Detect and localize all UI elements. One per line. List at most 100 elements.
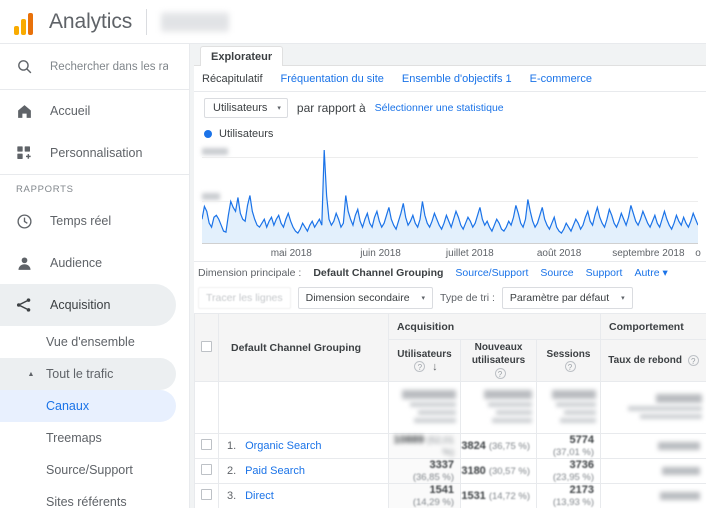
row-checkbox[interactable] [201, 464, 212, 475]
primary-metric-select[interactable]: Utilisateurs ▾ [204, 98, 288, 118]
x-axis-tick-label: août 2018 [536, 248, 582, 259]
acquisition-icon [12, 293, 36, 317]
dimension-link-support[interactable]: Support [586, 267, 623, 279]
sidebar-subitem-label: Tout le trafic [46, 367, 114, 381]
channels-table: Default Channel Grouping Acquisition Com… [194, 313, 706, 508]
row-channel-cell[interactable]: 3. Direct [218, 483, 389, 508]
column-header-sessions[interactable]: Sessions ? [535, 339, 602, 382]
sidebar-subitem-treemaps[interactable]: Treemaps [0, 422, 189, 454]
row-sessions-pct: (13,93 %) [552, 497, 595, 508]
channel-link[interactable]: Direct [245, 490, 274, 502]
row-sessions-cell: 5774(37,01 %) [535, 433, 602, 459]
select-secondary-metric-link[interactable]: Sélectionner une statistique [375, 102, 504, 114]
row-channel-cell[interactable]: 1. Organic Search [218, 433, 389, 459]
sidebar-subitem-label: Treemaps [46, 431, 102, 445]
row-checkbox[interactable] [201, 489, 212, 500]
sidebar-subitem-tout-le-trafic[interactable]: ▲ Tout le trafic [0, 358, 176, 390]
dimension-link-source[interactable]: Source [540, 267, 573, 279]
dimension-link-autre[interactable]: Autre ▾ [634, 267, 667, 279]
help-icon[interactable]: ? [687, 354, 699, 366]
tab-ensemble-dobjectifs-1[interactable]: Ensemble d'objectifs 1 [402, 73, 512, 85]
sort-type-label: Type de tri : [440, 292, 495, 304]
column-header-taux-de-rebond[interactable]: Taux de rebond ? [600, 339, 706, 382]
search-input[interactable]: Rechercher dans les rappor [50, 61, 168, 73]
users-over-time-chart[interactable]: mai 2018 juin 2018 juillet 2018 août 2018 se… [202, 146, 701, 261]
sidebar-item-personnalisation[interactable]: Personnalisation [0, 132, 189, 174]
sidebar-search[interactable]: Rechercher dans les rappor [0, 44, 189, 90]
x-axis-tick-label: mai 2018 [270, 248, 312, 259]
column-header-nouveaux-utilisateurs[interactable]: Nouveaux utilisateurs ? [460, 339, 537, 382]
channel-link[interactable]: Paid Search [245, 465, 305, 477]
secondary-dimension-label: Dimension secondaire [305, 292, 410, 304]
sidebar-item-temps-reel[interactable]: Temps réel [0, 200, 189, 242]
report-card: Explorateur Récapitulatif Fréquentation … [194, 44, 706, 508]
tab-explorateur[interactable]: Explorateur [200, 46, 284, 66]
primary-dimension-value[interactable]: Default Channel Grouping [313, 267, 443, 279]
logo-bar-small [14, 25, 19, 35]
row-sessions-value: 3736 [569, 459, 595, 471]
chevron-up-icon[interactable]: ▲ [24, 371, 38, 378]
logo-bar-medium [21, 18, 26, 35]
help-icon[interactable]: ? [564, 361, 576, 373]
row-checkbox-cell[interactable] [194, 458, 219, 484]
dimension-link-source-support[interactable]: Source/Support [455, 267, 528, 279]
row-checkbox[interactable] [201, 439, 212, 450]
sort-descending-icon[interactable]: ↓ [432, 361, 438, 373]
sidebar-item-acquisition[interactable]: Acquisition [0, 284, 176, 326]
column-header-utilisateurs[interactable]: Utilisateurs ? ↓ [388, 339, 461, 382]
sidebar-subitem-label: Vue d'ensemble [46, 335, 135, 349]
table-row[interactable]: 3. Direct 1541(14,29 %) 1531 (14,72 %) 21… [194, 483, 706, 508]
row-utilisateurs-cell: 3337(36,85 %) [388, 458, 461, 484]
group-header-acquisition: Acquisition [387, 313, 602, 340]
totals-utilisateurs-redacted [388, 381, 461, 434]
row-checkbox-cell[interactable] [194, 483, 219, 508]
group-header-comportement: Comportement [600, 313, 706, 340]
legend-label: Utilisateurs [219, 128, 274, 140]
tab-recapitulatif[interactable]: Récapitulatif [202, 73, 263, 85]
help-icon[interactable]: ? [414, 361, 426, 373]
help-icon[interactable]: ? [494, 367, 506, 379]
secondary-dimension-select[interactable]: Dimension secondaire ▾ [297, 287, 434, 309]
select-all-checkbox[interactable] [201, 340, 212, 352]
channel-link[interactable]: Organic Search [245, 440, 321, 452]
tab-e-commerce[interactable]: E-commerce [530, 73, 592, 85]
table-row[interactable]: 1. Organic Search 10889 (52,01 %) 3824 (36… [194, 433, 706, 459]
row-checkbox-cell[interactable] [194, 433, 219, 459]
row-nouveaux-utilisateurs-pct: (30,57 %) [488, 466, 530, 477]
dimension-column-header[interactable]: Default Channel Grouping [218, 313, 389, 382]
google-analytics-logo[interactable] [14, 9, 40, 35]
chart-x-axis: mai 2018 juin 2018 juillet 2018 août 2018 se… [202, 243, 701, 261]
select-all-cell[interactable] [194, 313, 219, 382]
row-utilisateurs-value: 10889 [393, 434, 425, 446]
row-utilisateurs-pct: (52,01 %) [427, 435, 454, 458]
sidebar-item-accueil[interactable]: Accueil [0, 90, 189, 132]
tab-frequentation-du-site[interactable]: Fréquentation du site [281, 73, 384, 85]
row-sessions-value: 2173 [569, 484, 595, 496]
sidebar-subitem-sites-referents[interactable]: Sites référents [0, 486, 189, 508]
sidebar-subitem-vue-densemble[interactable]: Vue d'ensemble [0, 326, 189, 358]
x-axis-tick-label: septembre 2018 [612, 248, 685, 259]
sidebar-subitem-canaux[interactable]: Canaux [0, 390, 176, 422]
totals-label-cell [218, 381, 389, 434]
row-sessions-pct: (37,01 %) [552, 447, 595, 458]
row-nouveaux-utilisateurs-cell: 3824 (36,75 %) [460, 433, 537, 459]
sort-type-select[interactable]: Paramètre par défaut ▾ [501, 287, 633, 309]
table-row[interactable]: 2. Paid Search 3337(36,85 %) 3180 (30,57 … [194, 458, 706, 484]
customization-icon [12, 141, 36, 165]
metric-selector-row: Utilisateurs ▾ par rapport à Sélectionne… [194, 92, 706, 124]
sidebar-subitem-source-support[interactable]: Source/Support [0, 454, 189, 486]
tab-strip: Explorateur [194, 44, 706, 66]
row-channel-cell[interactable]: 2. Paid Search [218, 458, 389, 484]
account-name-redacted[interactable] [161, 11, 230, 32]
row-sessions-pct: (23,95 %) [552, 472, 595, 483]
plot-rows-button[interactable]: Tracer les lignes [198, 287, 291, 309]
main-content: Explorateur Récapitulatif Fréquentation … [190, 44, 706, 508]
row-sessions-cell: 2173(13,93 %) [535, 483, 602, 508]
sidebar-subitem-label: Canaux [46, 399, 90, 413]
sidebar-subitem-label: Source/Support [46, 463, 133, 477]
row-index: 1. [227, 440, 237, 452]
legend-color-swatch [204, 130, 212, 138]
person-icon [12, 251, 36, 275]
sidebar-item-audience[interactable]: Audience [0, 242, 189, 284]
row-sessions-value: 5774 [569, 434, 595, 446]
